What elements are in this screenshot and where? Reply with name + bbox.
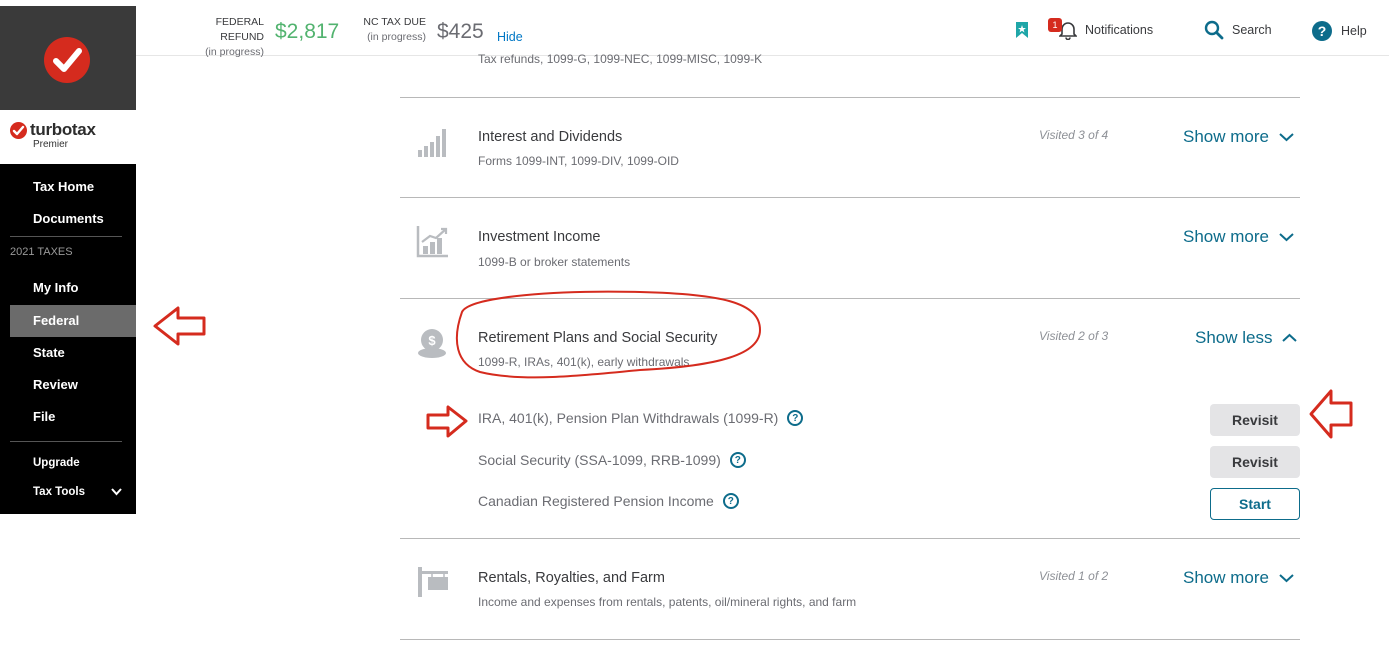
visited-status: Visited 1 of 2 bbox=[1039, 569, 1109, 583]
chevron-up-icon bbox=[1282, 333, 1298, 342]
bookmark-icon bbox=[1016, 22, 1028, 38]
sidebar-logo-area bbox=[0, 6, 136, 110]
show-more-button[interactable]: Show more bbox=[1183, 127, 1294, 147]
chevron-down-icon bbox=[1279, 133, 1294, 142]
notification-count-badge: 1 bbox=[1048, 18, 1062, 32]
section-subtitle: 1099-R, IRAs, 401(k), early withdrawals bbox=[478, 355, 690, 369]
sidebar-divider bbox=[10, 441, 122, 442]
brand-name: turbotax bbox=[30, 120, 96, 139]
bookmark-button[interactable] bbox=[1015, 21, 1037, 39]
toggle-label: Show more bbox=[1183, 227, 1269, 246]
section-title: Interest and Dividends bbox=[478, 129, 623, 145]
start-button[interactable]: Start bbox=[1210, 488, 1300, 520]
state-tax-label: NC TAX DUE (in progress) bbox=[358, 15, 426, 45]
question-icon[interactable]: ? bbox=[729, 452, 746, 468]
show-more-button[interactable]: Show more bbox=[1183, 227, 1294, 247]
svg-text:?: ? bbox=[1318, 23, 1327, 39]
show-less-button[interactable]: Show less bbox=[1195, 328, 1298, 348]
state-tax-title: NC TAX DUE bbox=[363, 16, 426, 28]
sign-post-icon bbox=[416, 565, 450, 604]
sidebar-item-tax-tools[interactable]: Tax Tools bbox=[10, 476, 136, 508]
arrow-left-icon bbox=[153, 306, 206, 346]
help-icon: ? bbox=[1312, 21, 1332, 41]
section-divider bbox=[400, 97, 1300, 98]
retirement-item: Canadian Registered Pension Income ? bbox=[478, 493, 739, 509]
money-bag-icon: $ bbox=[416, 325, 448, 364]
sidebar-brand: turbotax Premier bbox=[0, 110, 136, 164]
sidebar-item-documents[interactable]: Documents bbox=[10, 203, 136, 235]
section-divider bbox=[400, 197, 1300, 198]
sidebar-item-upgrade[interactable]: Upgrade bbox=[10, 447, 136, 479]
bar-chart-icon bbox=[416, 126, 448, 163]
svg-text:$: $ bbox=[428, 333, 436, 348]
section-divider bbox=[400, 298, 1300, 299]
toggle-label: Show less bbox=[1195, 328, 1273, 347]
state-tax-amount: $425 bbox=[437, 20, 484, 43]
top-header: FEDERAL REFUND (in progress) $2,817 NC T… bbox=[136, 6, 1389, 58]
hide-link[interactable]: Hide bbox=[497, 30, 523, 44]
help-button[interactable]: ? Help bbox=[1311, 20, 1367, 42]
chevron-down-icon bbox=[1279, 233, 1294, 242]
section-subtitle: Forms 1099-INT, 1099-DIV, 1099-OID bbox=[478, 154, 679, 168]
revisit-button[interactable]: Revisit bbox=[1210, 446, 1300, 478]
federal-refund-label: FEDERAL REFUND (in progress) bbox=[172, 15, 264, 60]
federal-refund-amount: $2,817 bbox=[275, 20, 340, 43]
retirement-item-label: Canadian Registered Pension Income bbox=[478, 493, 714, 509]
section-divider bbox=[400, 538, 1300, 539]
sidebar-item-state[interactable]: State bbox=[10, 337, 136, 369]
question-icon[interactable]: ? bbox=[787, 410, 804, 426]
question-icon[interactable]: ? bbox=[722, 493, 739, 509]
chevron-down-icon bbox=[111, 476, 122, 521]
brand-edition: Premier bbox=[33, 139, 69, 150]
sidebar-section-label: 2021 TAXES bbox=[10, 246, 73, 258]
annotation-overlay bbox=[153, 290, 1353, 439]
retirement-item: Social Security (SSA-1099, RRB-1099) ? bbox=[478, 452, 746, 468]
sidebar-divider bbox=[10, 236, 122, 237]
sidebar-menu: Tax Home Documents 2021 TAXES My Info Fe… bbox=[0, 164, 136, 514]
visited-status: Visited 3 of 4 bbox=[1039, 128, 1109, 142]
search-label: Search bbox=[1232, 23, 1272, 37]
arrow-right-icon bbox=[426, 405, 468, 438]
section-divider bbox=[400, 639, 1300, 640]
notifications-label: Notifications bbox=[1085, 23, 1154, 37]
partial-row-subtitle: Tax refunds, 1099-G, 1099-NEC, 1099-MISC… bbox=[478, 52, 763, 66]
growth-chart-icon bbox=[416, 224, 450, 263]
help-label: Help bbox=[1341, 24, 1367, 38]
chevron-down-icon bbox=[1279, 574, 1294, 583]
section-subtitle: 1099-B or broker statements bbox=[478, 255, 631, 269]
sidebar: turbotax Premier Tax Home Documents 2021… bbox=[0, 0, 136, 656]
notifications-button[interactable]: Notifications bbox=[1059, 20, 1153, 40]
turbotax-logo[interactable] bbox=[44, 37, 90, 83]
section-subtitle: Income and expenses from rentals, patent… bbox=[478, 595, 857, 609]
search-button[interactable]: Search bbox=[1204, 20, 1272, 40]
sidebar-item-my-info[interactable]: My Info bbox=[10, 272, 136, 304]
revisit-button[interactable]: Revisit bbox=[1210, 404, 1300, 436]
sidebar-item-file[interactable]: File bbox=[10, 401, 136, 433]
show-more-button[interactable]: Show more bbox=[1183, 568, 1294, 588]
retirement-item-label: Social Security (SSA-1099, RRB-1099) bbox=[478, 452, 721, 468]
search-icon bbox=[1204, 20, 1224, 40]
section-title: Rentals, Royalties, and Farm bbox=[478, 570, 665, 586]
section-title: Investment Income bbox=[478, 229, 601, 245]
checkmark-icon bbox=[53, 48, 82, 72]
sidebar-item-federal[interactable]: Federal bbox=[10, 305, 136, 337]
arrow-left-icon bbox=[1309, 389, 1353, 439]
federal-refund-status: (in progress) bbox=[205, 46, 264, 58]
brand-check-icon bbox=[10, 122, 27, 139]
toggle-label: Show more bbox=[1183, 568, 1269, 587]
section-title: Retirement Plans and Social Security bbox=[478, 330, 718, 346]
tax-tools-label: Tax Tools bbox=[33, 486, 85, 498]
retirement-item-label: IRA, 401(k), Pension Plan Withdrawals (1… bbox=[478, 410, 779, 426]
visited-status: Visited 2 of 3 bbox=[1039, 329, 1109, 343]
toggle-label: Show more bbox=[1183, 127, 1269, 146]
federal-refund-title: FEDERAL REFUND bbox=[215, 16, 264, 43]
state-tax-status: (in progress) bbox=[367, 31, 426, 43]
sidebar-item-tax-home[interactable]: Tax Home bbox=[10, 171, 136, 203]
retirement-item: IRA, 401(k), Pension Plan Withdrawals (1… bbox=[478, 410, 804, 426]
sidebar-item-review[interactable]: Review bbox=[10, 369, 136, 401]
